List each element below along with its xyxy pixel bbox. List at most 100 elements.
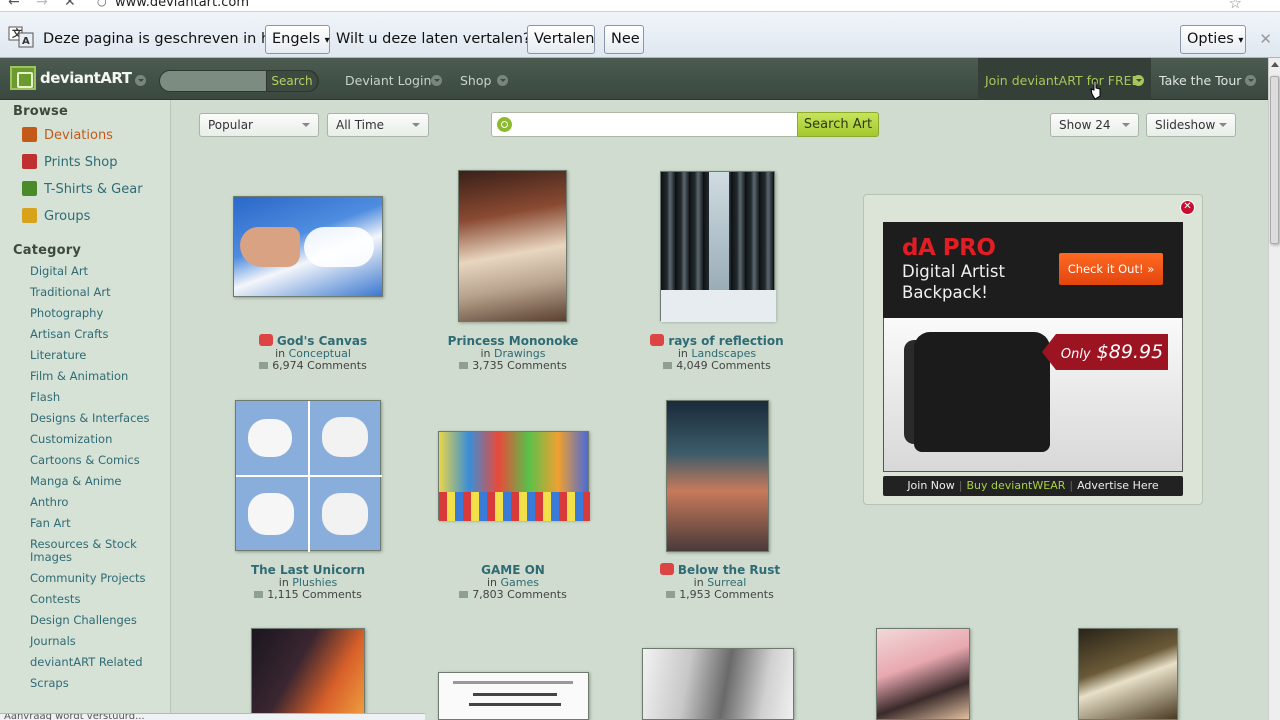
sidebar-item-deviations[interactable]: Deviations — [22, 127, 113, 143]
gift-icon — [650, 334, 665, 346]
thumb-title[interactable]: The Last Unicorn — [228, 563, 388, 577]
stop-icon[interactable]: ✕ — [64, 0, 76, 10]
thumb-title[interactable]: God's Canvas — [233, 334, 393, 348]
site-logo-text[interactable]: deviantART — [40, 69, 132, 87]
category-heading: Category — [13, 243, 82, 258]
forward-icon[interactable]: → — [36, 0, 48, 10]
category-link[interactable]: Scraps — [30, 677, 69, 690]
ad-banner[interactable]: dA PRO Digital Artist Backpack! Check it… — [883, 222, 1183, 318]
chevron-down-icon[interactable] — [497, 75, 508, 86]
thumb-title-text: rays of reflection — [668, 334, 784, 348]
sidebar-item-groups[interactable]: Groups — [22, 208, 90, 224]
comment-count[interactable]: 7,803 Comments — [433, 589, 593, 601]
comment-count[interactable]: 6,974 Comments — [233, 360, 393, 372]
advertise-here-link[interactable]: Advertise Here — [1077, 479, 1159, 492]
search-art-button[interactable]: Search Art — [797, 112, 879, 137]
sidebar-item-prints-shop[interactable]: Prints Shop — [22, 154, 118, 170]
prints-shop-icon — [22, 154, 37, 169]
comment-count[interactable]: 4,049 Comments — [637, 360, 797, 372]
join-button[interactable]: Join deviantART for FREE — [978, 58, 1151, 100]
translate-question: Wilt u deze laten vertalen? — [336, 31, 531, 47]
no-button[interactable]: Nee — [604, 25, 644, 54]
shop-link[interactable]: Shop — [460, 73, 491, 88]
url-field[interactable]: www.deviantart.com — [115, 0, 249, 10]
category-link[interactable]: Photography — [30, 307, 103, 320]
gift-icon — [659, 563, 674, 575]
category-link[interactable]: Community Projects — [30, 572, 146, 585]
category-link[interactable]: Contests — [30, 593, 80, 606]
buy-deviantwear-link[interactable]: Buy deviantWEAR — [967, 479, 1066, 492]
thumb-title-text: GAME ON — [481, 563, 545, 577]
close-icon[interactable]: ✕ — [1180, 200, 1195, 215]
category-link[interactable]: Artisan Crafts — [30, 328, 108, 341]
header-search-button[interactable]: Search — [266, 70, 318, 92]
thumbnail-image[interactable] — [438, 431, 590, 521]
category-link[interactable]: Literature — [30, 349, 86, 362]
backpack-shape — [914, 332, 1050, 452]
characters-shape — [439, 492, 590, 521]
options-button[interactable]: Opties ▾ — [1180, 25, 1246, 54]
slideshow-label: Slideshow — [1155, 118, 1216, 132]
category-link[interactable]: Designs & Interfaces — [30, 412, 149, 425]
comment-count[interactable]: 1,115 Comments — [228, 589, 388, 601]
sidebar-item-tshirts-gear[interactable]: T-Shirts & Gear — [22, 181, 143, 197]
join-now-link[interactable]: Join Now — [907, 479, 954, 492]
deviant-login-link[interactable]: Deviant Login — [345, 73, 431, 88]
sort-select[interactable]: Popular — [199, 113, 319, 137]
thumbnail-image[interactable] — [642, 648, 794, 720]
scroll-up-icon[interactable] — [1271, 62, 1279, 67]
arrow-right-icon[interactable] — [1245, 75, 1256, 86]
thumbnail-image[interactable] — [251, 628, 365, 720]
translate-button[interactable]: Vertalen — [527, 25, 595, 54]
thumb-title[interactable]: Below the Rust — [640, 563, 800, 577]
thumbnail-image[interactable] — [458, 170, 567, 322]
category-link[interactable]: deviantART Related — [30, 656, 143, 669]
bookmark-star-icon[interactable]: ☆ — [1229, 0, 1242, 11]
thumbnail-image[interactable] — [876, 628, 970, 720]
thumbnail-image[interactable] — [438, 672, 589, 720]
comment-count[interactable]: 1,953 Comments — [640, 589, 800, 601]
category-link[interactable]: Flash — [30, 391, 60, 404]
price-prefix: Only — [1060, 347, 1091, 362]
show-count-select[interactable]: Show 24 — [1050, 113, 1139, 137]
chevron-down-icon[interactable] — [431, 75, 442, 86]
category-link[interactable]: Anthro — [30, 496, 68, 509]
category-link[interactable]: Customization — [30, 433, 112, 446]
thumbnail-image[interactable] — [666, 400, 769, 552]
language-select[interactable]: Engels ▾ — [265, 25, 330, 54]
time-select[interactable]: All Time — [327, 113, 429, 137]
check-it-out-button[interactable]: Check it Out! » — [1059, 253, 1163, 285]
text-line — [469, 703, 561, 706]
take-tour-link[interactable]: Take the Tour — [1159, 73, 1241, 88]
ad-product-image[interactable]: Only $89.95 — [883, 318, 1183, 472]
thumb-caption: The Last Unicorn in Plushies 1,115 Comme… — [228, 563, 388, 601]
thumb-title[interactable]: GAME ON — [433, 563, 593, 577]
back-icon[interactable]: ← — [8, 0, 20, 10]
category-link[interactable]: Design Challenges — [30, 614, 137, 627]
vertical-scrollbar[interactable] — [1268, 58, 1280, 720]
art-search-input[interactable] — [491, 112, 799, 137]
category-link[interactable]: Journals — [30, 635, 76, 648]
slideshow-button[interactable]: Slideshow — [1146, 113, 1236, 137]
thumb-title[interactable]: rays of reflection — [637, 334, 797, 348]
category-link[interactable]: Cartoons & Comics — [30, 454, 140, 467]
thumbnail-image[interactable] — [660, 171, 776, 322]
chevron-down-icon[interactable] — [135, 75, 146, 86]
scrollbar-thumb[interactable] — [1270, 76, 1279, 244]
category-link[interactable]: Traditional Art — [30, 286, 111, 299]
unicorn-shape — [322, 493, 368, 535]
thumb-title[interactable]: Princess Mononoke — [433, 334, 593, 348]
thumbnail-image[interactable] — [1078, 628, 1178, 720]
comment-count[interactable]: 3,735 Comments — [433, 360, 593, 372]
category-link[interactable]: Fan Art — [30, 517, 71, 530]
category-link[interactable]: Film & Animation — [30, 370, 128, 383]
category-link[interactable]: Manga & Anime — [30, 475, 122, 488]
language-value: Engels — [272, 31, 321, 47]
category-link[interactable]: Digital Art — [30, 265, 88, 278]
category-link[interactable]: Resources & Stock Images — [30, 538, 155, 564]
close-icon[interactable]: ✕ — [1259, 30, 1272, 48]
deviantart-logo-icon[interactable] — [10, 66, 36, 90]
thumbnail-image[interactable] — [235, 400, 382, 552]
thumbnail-image[interactable] — [233, 196, 383, 297]
tshirt-icon — [22, 181, 37, 196]
